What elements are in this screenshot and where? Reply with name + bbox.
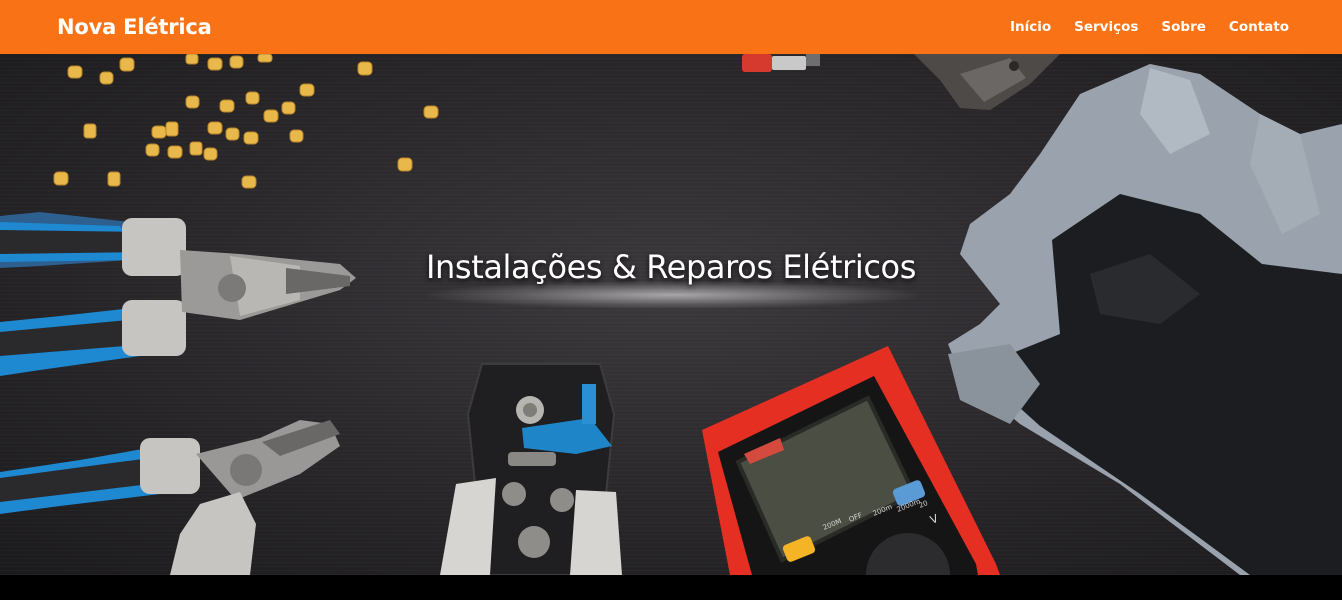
- pliers-lower-illustration: [0, 420, 340, 575]
- crimper-illustration: [914, 54, 1060, 110]
- nav-link-contato[interactable]: Contato: [1229, 19, 1289, 35]
- wire-stripper-illustration: [440, 363, 622, 575]
- page-bottom-band: [0, 575, 1342, 600]
- gloves-illustration: [948, 64, 1342, 575]
- hero-banner: 200M OFF 200m 2000m 20 V Instalações & R…: [0, 54, 1342, 575]
- nav-link-inicio[interactable]: Início: [1010, 19, 1051, 35]
- hero-title: Instalações & Reparos Elétricos: [426, 248, 916, 286]
- navbar: Nova Elétrica Início Serviços Sobre Cont…: [0, 0, 1342, 54]
- nav-menu: Início Serviços Sobre Contato: [1010, 19, 1289, 35]
- cable-ferrule-illustration: [742, 54, 820, 72]
- nav-link-sobre[interactable]: Sobre: [1161, 19, 1205, 35]
- nav-link-servicos[interactable]: Serviços: [1074, 19, 1138, 35]
- hero-background-image: 200M OFF 200m 2000m 20 V: [0, 54, 1342, 575]
- pliers-upper-illustration: [0, 212, 356, 376]
- brand-logo[interactable]: Nova Elétrica: [57, 15, 212, 39]
- wire-markers-illustration: [53, 54, 439, 189]
